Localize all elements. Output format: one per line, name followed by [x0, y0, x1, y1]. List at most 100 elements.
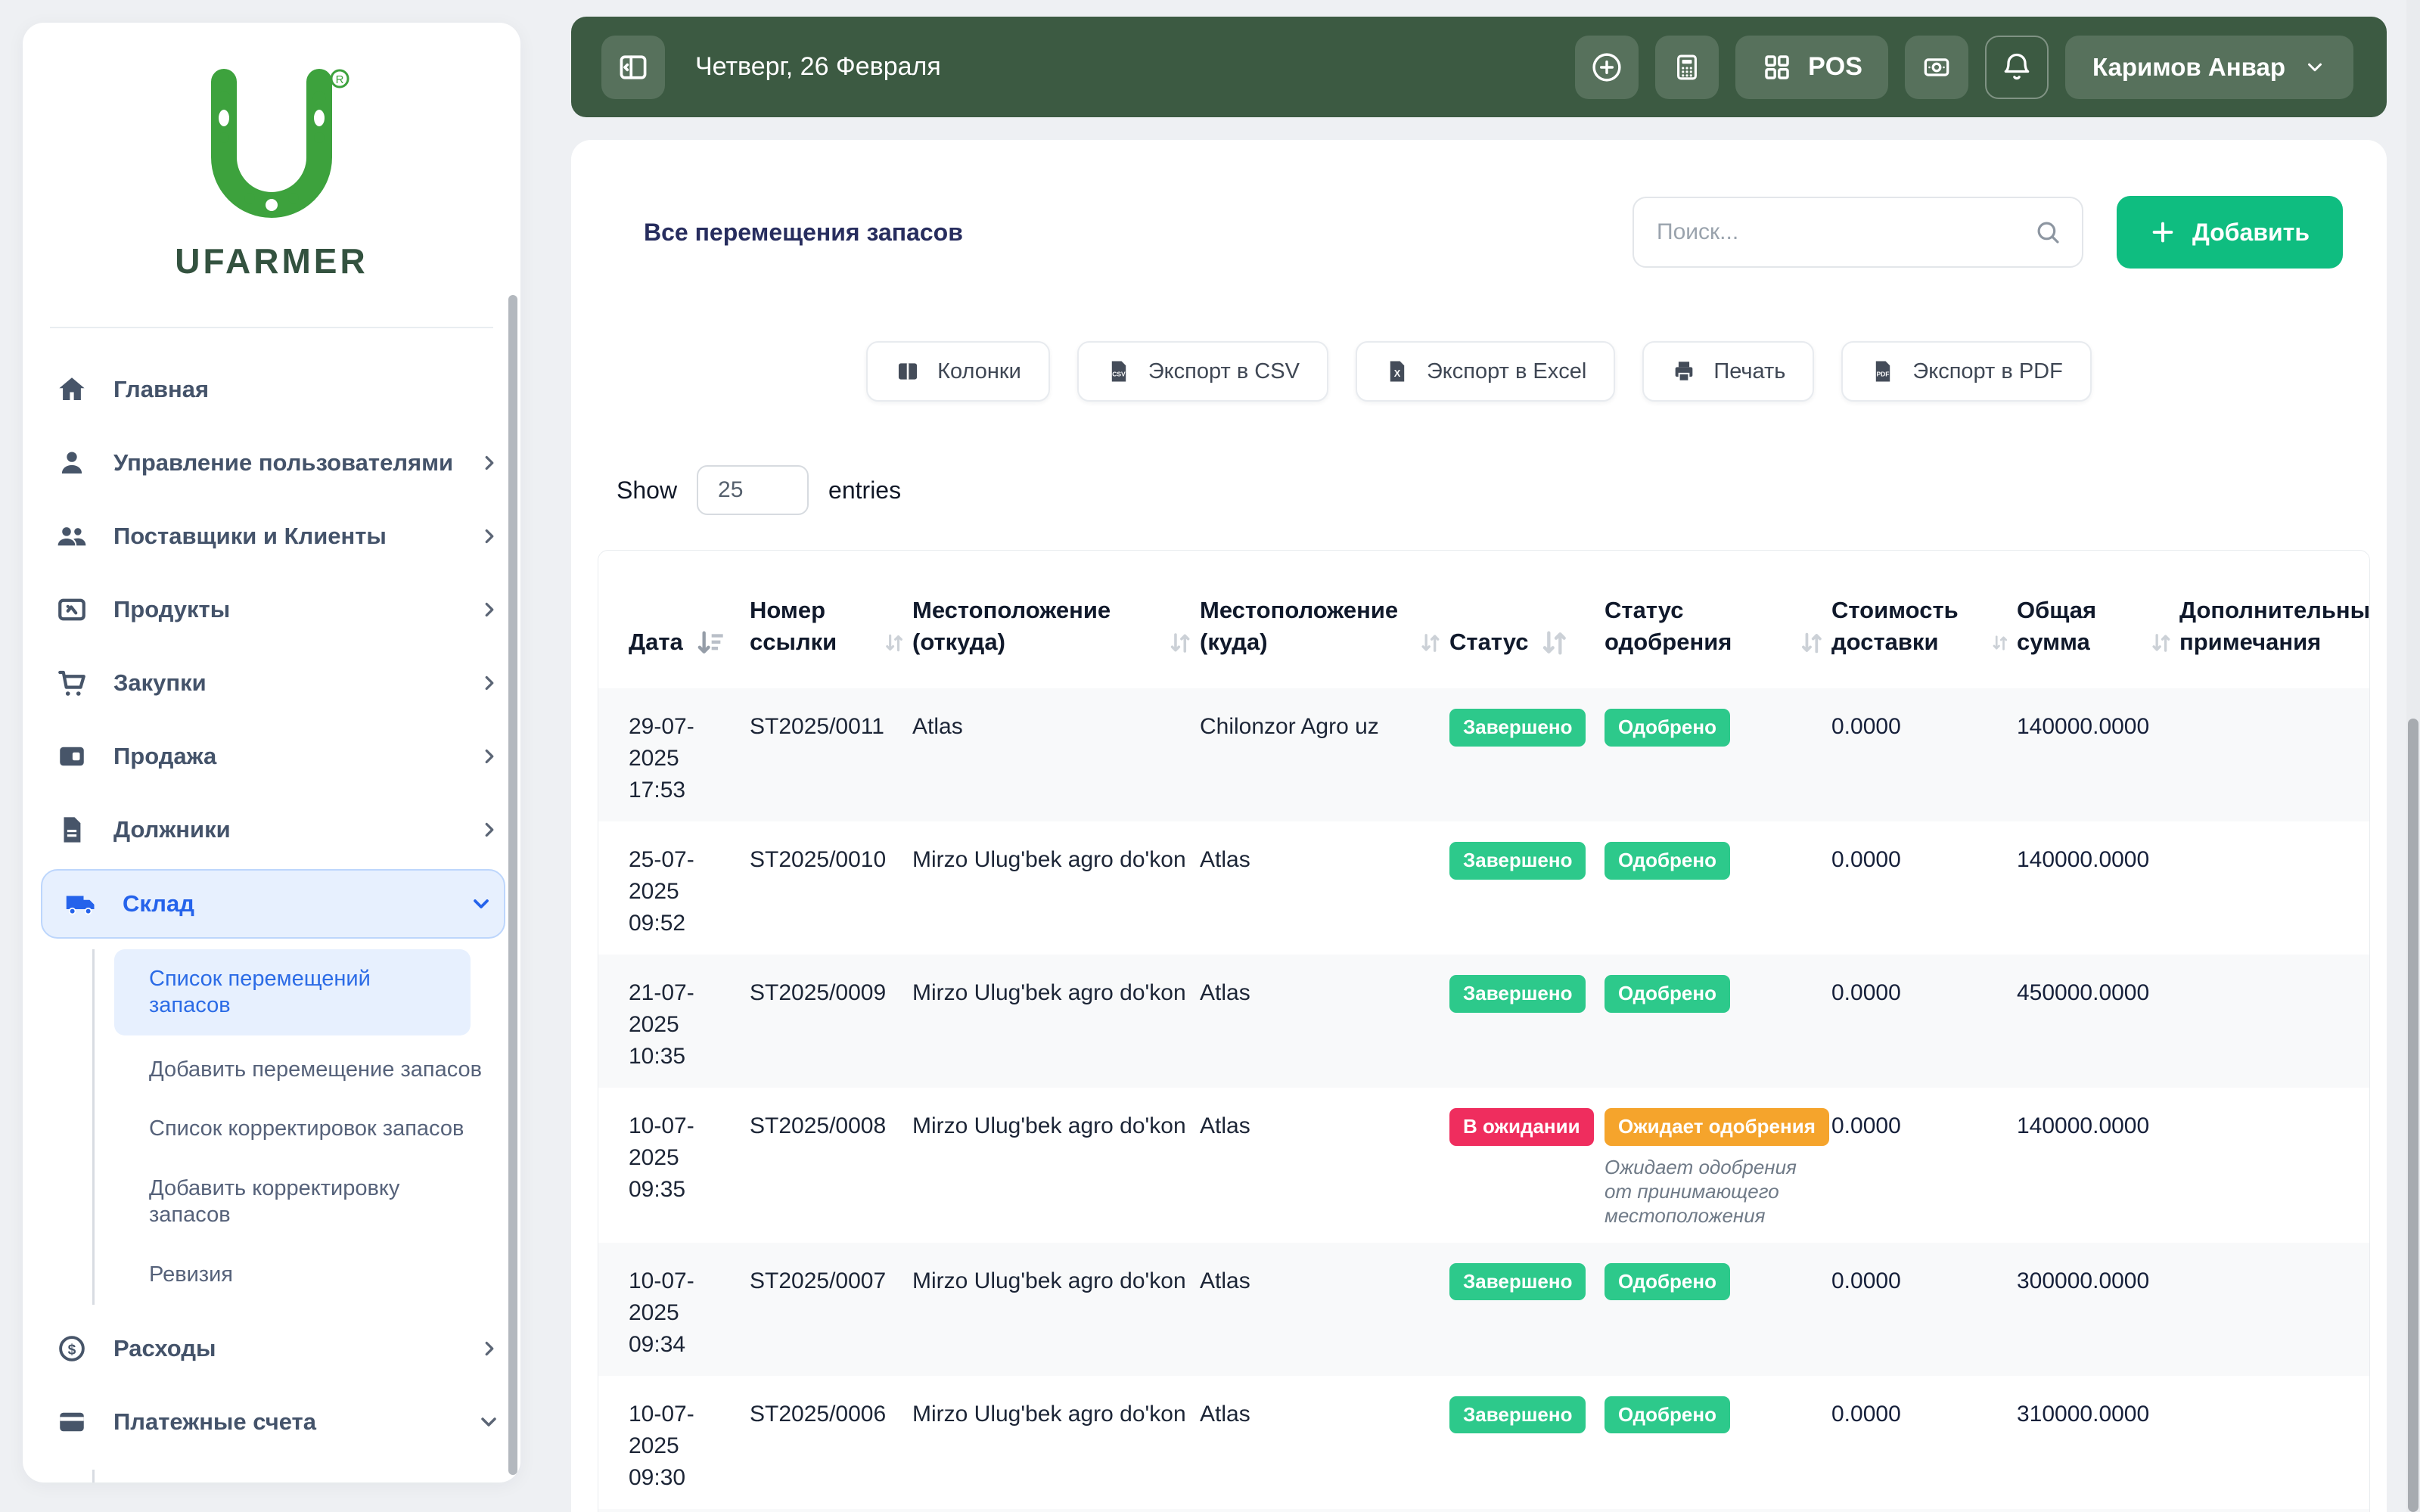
- page-scrollbar-thumb[interactable]: [2408, 719, 2418, 1512]
- svg-text:CSV: CSV: [1112, 370, 1126, 377]
- submenu-item-accounts-list[interactable]: Список счетов: [95, 1470, 501, 1483]
- add-button[interactable]: Добавить: [2117, 196, 2343, 269]
- sidebar-item-payment-accounts[interactable]: Платежные счета: [53, 1386, 501, 1459]
- cell-shipping-cost: 0.0000: [1831, 1113, 1901, 1138]
- cell-approval-status: Одобрено: [1605, 688, 1831, 821]
- chevron-down-icon: [460, 892, 493, 916]
- cell-date: 10-07-2025 09:34: [629, 1268, 694, 1357]
- cell-shipping-cost: 0.0000: [1831, 1509, 2017, 1512]
- sidebar-scrollbar[interactable]: [508, 295, 517, 1475]
- table-row[interactable]: 29-07-2025 17:53 ST2025/0011 Atlas Chilonzo…: [598, 688, 2369, 821]
- cell-approval-status: Одобрено: [1605, 1376, 1831, 1509]
- page-size-input[interactable]: [697, 465, 809, 515]
- quick-add-button[interactable]: [1575, 35, 1639, 99]
- table-row[interactable]: 10-07-2025 09:35 ST2025/0008 Mirzo Ulug'be…: [598, 1088, 2369, 1243]
- sidebar-item-debtors[interactable]: Должники: [53, 793, 501, 866]
- cell-total: 310000.0000: [2017, 1401, 2150, 1427]
- status-badge: Одобрено: [1605, 1396, 1730, 1434]
- calculator-button[interactable]: [1655, 35, 1719, 99]
- sidebar-item-label: Склад: [123, 890, 194, 917]
- sidebar-item-user-management[interactable]: Управление пользователями: [53, 426, 501, 499]
- sidebar-menu: Главная Управление пользователями Постав…: [23, 342, 520, 1483]
- status-badge: Одобрено: [1605, 841, 1730, 880]
- sidebar-item-home[interactable]: Главная: [53, 352, 501, 426]
- search-icon: [2037, 222, 2059, 244]
- chevron-right-icon: [468, 525, 501, 548]
- table-row[interactable]: 21-07-2025 10:35 ST2025/0009 Mirzo Ulug'be…: [598, 954, 2369, 1088]
- submenu-item-stock-adjustments-list[interactable]: Список корректировок запасов: [95, 1099, 501, 1159]
- sidebar-collapse-button[interactable]: [601, 35, 665, 99]
- svg-text:PDF: PDF: [1877, 370, 1890, 377]
- cell-approval-status: Одобрено: [1605, 1243, 1831, 1376]
- cell-status: Завершено: [1449, 688, 1605, 821]
- export-excel-button[interactable]: X Экспорт в Excel: [1355, 341, 1616, 402]
- column-header-status[interactable]: Статус: [1449, 551, 1605, 688]
- column-header-notes[interactable]: Дополнительные примечания: [2179, 551, 2369, 688]
- user-icon: [53, 447, 91, 479]
- cell-date: 29-07-2025 17:53: [629, 713, 694, 803]
- cell-notes: [2179, 821, 2369, 955]
- sidebar-item-products[interactable]: Продукты: [53, 573, 501, 646]
- sidebar-item-purchases[interactable]: Закупки: [53, 646, 501, 719]
- cell-notes: [2179, 1509, 2369, 1512]
- add-button-label: Добавить: [2192, 218, 2310, 246]
- column-header-reference[interactable]: Номер ссылки: [750, 551, 912, 688]
- table-row[interactable]: 18-06-2025ST2025/0005Mirzo Ulug'bek agro…: [598, 1508, 2369, 1512]
- user-menu-button[interactable]: Каримов Анвар: [2064, 35, 2353, 99]
- topbar-actions: POS Каримов Анвар: [1575, 35, 2353, 99]
- pos-button[interactable]: POS: [1735, 35, 1888, 99]
- cell-approval-status: Ожидает одобрения Ожидает одобрения от пр…: [1605, 1088, 1831, 1243]
- sidebar-item-expenses[interactable]: $ Расходы: [53, 1312, 501, 1386]
- print-button[interactable]: Печать: [1642, 341, 1815, 402]
- brand-name: UFARMER: [175, 241, 368, 281]
- plus-circle-icon: [1592, 52, 1621, 82]
- cell-total: 140000.0000: [2017, 1113, 2150, 1138]
- sidebar-item-suppliers-clients[interactable]: Поставщики и Клиенты: [53, 499, 501, 573]
- cell-reference: ST2025/0005: [750, 1509, 912, 1512]
- notifications-button[interactable]: [1984, 35, 2049, 99]
- submenu-item-add-stock-adjustment[interactable]: Добавить корректировку запасов: [95, 1159, 501, 1245]
- table-header-row: Дата Номер ссылки Местоположение (откуда…: [598, 551, 2369, 688]
- cell-date: 10-07-2025 09:35: [629, 1113, 694, 1202]
- submenu-item-revision[interactable]: Ревизия: [95, 1245, 501, 1305]
- table-row[interactable]: 10-07-2025 09:34 ST2025/0007 Mirzo Ulug'be…: [598, 1242, 2369, 1376]
- sidebar-item-sales[interactable]: Продажа: [53, 719, 501, 793]
- column-header-shipping-cost[interactable]: Стоимость доставки: [1831, 551, 2017, 688]
- sort-both-icon: [886, 634, 902, 651]
- cell-location-from: Mirzo Ulug'bek agro do'kon: [912, 1268, 1186, 1293]
- export-pdf-button[interactable]: PDF Экспорт в PDF: [1841, 341, 2092, 402]
- print-button-label: Печать: [1713, 359, 1786, 383]
- cell-date: 10-07-2025 09:30: [629, 1401, 694, 1490]
- sidebar-item-label: Платежные счета: [113, 1408, 316, 1436]
- search-input[interactable]: [1657, 219, 2034, 245]
- chevron-right-icon: [468, 818, 501, 841]
- table-row[interactable]: 10-07-2025 09:30 ST2025/0006 Mirzo Ulug'be…: [598, 1376, 2369, 1509]
- sort-both-icon: [1170, 632, 1190, 653]
- cell-status: Завершено: [1449, 1509, 1605, 1512]
- ufarmer-logo-icon: R: [211, 69, 349, 218]
- table-row[interactable]: 25-07-2025 09:52 ST2025/0010 Mirzo Ulug'be…: [598, 821, 2369, 955]
- cell-location-to: Atlas: [1200, 1268, 1250, 1293]
- export-toolbar: Колонки CSV Экспорт в CSV X Экспорт в Ex…: [571, 341, 2387, 402]
- chevron-right-icon: [468, 598, 501, 621]
- cash-register-button[interactable]: [1904, 35, 1968, 99]
- sort-both-icon: [1421, 633, 1440, 652]
- column-header-total[interactable]: Общая сумма: [2017, 551, 2179, 688]
- columns-button[interactable]: Колонки: [866, 341, 1050, 402]
- show-label: Show: [617, 476, 678, 504]
- column-header-date[interactable]: Дата: [598, 551, 750, 688]
- table-body: 29-07-2025 17:53 ST2025/0011 Atlas Chilonzo…: [598, 688, 2369, 1512]
- column-header-location-from[interactable]: Местоположение (откуда): [912, 551, 1200, 688]
- chevron-down-icon: [2308, 63, 2322, 71]
- submenu-item-stock-transfers-list[interactable]: Список перемещений запасов: [114, 949, 471, 1035]
- cell-reference: ST2025/0011: [750, 713, 884, 739]
- cell-total: 450000.0000: [2017, 980, 2150, 1005]
- export-csv-button[interactable]: CSV Экспорт в CSV: [1076, 341, 1328, 402]
- page-scrollbar-track: [2406, 0, 2420, 1512]
- sidebar-item-warehouse[interactable]: Склад: [41, 869, 505, 939]
- column-header-location-to[interactable]: Местоположение (куда): [1200, 551, 1449, 688]
- column-header-approval-status[interactable]: Статус одобрения: [1605, 551, 1831, 688]
- brand-logo: R UFARMER: [23, 23, 520, 307]
- topbar-date: Четверг, 26 Февраля: [695, 52, 941, 81]
- submenu-item-add-stock-transfer[interactable]: Добавить перемещение запасов: [95, 1040, 501, 1100]
